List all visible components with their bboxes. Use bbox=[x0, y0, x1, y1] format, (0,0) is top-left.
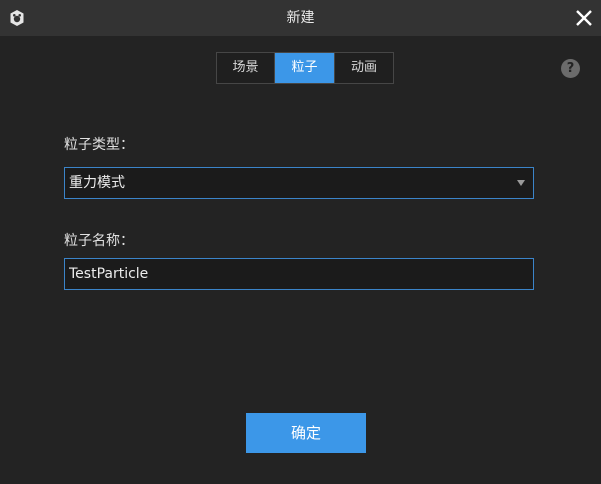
close-icon[interactable] bbox=[573, 7, 595, 29]
confirm-button[interactable]: 确定 bbox=[246, 413, 366, 453]
dropdown-arrow-icon bbox=[517, 180, 525, 186]
particle-name-input[interactable] bbox=[64, 258, 534, 290]
dialog-title: 新建 bbox=[286, 10, 315, 26]
particle-type-select[interactable]: 重力模式 bbox=[64, 167, 534, 199]
type-tabs: 场景 粒子 动画 bbox=[216, 52, 394, 84]
tab-particle[interactable]: 粒子 bbox=[275, 53, 334, 83]
particle-type-value: 重力模式 bbox=[69, 175, 125, 191]
new-dialog: 新建 场景 粒子 动画 ? 粒子类型： 重力模式 粒子名称： 确定 bbox=[0, 0, 601, 484]
particle-type-label: 粒子类型： bbox=[64, 137, 134, 153]
particle-name-label: 粒子名称： bbox=[64, 233, 134, 249]
tab-scene[interactable]: 场景 bbox=[217, 53, 275, 83]
title-bar: 新建 bbox=[0, 0, 601, 36]
help-icon[interactable]: ? bbox=[561, 59, 580, 78]
tab-animation[interactable]: 动画 bbox=[334, 53, 393, 83]
